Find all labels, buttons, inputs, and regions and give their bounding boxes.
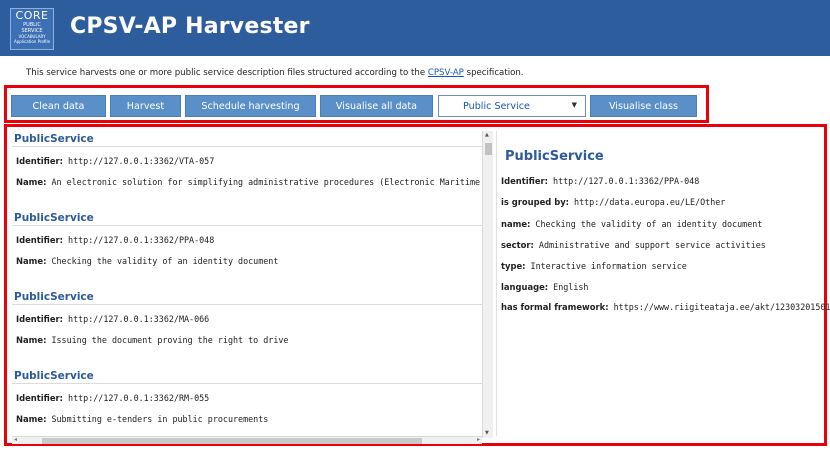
identifier-label: Identifier:: [16, 235, 63, 245]
clean-data-button[interactable]: Clean data: [11, 95, 106, 117]
detail-field-label: sector:: [501, 240, 534, 250]
intro-text-before: This service harvests one or more public…: [26, 68, 428, 78]
visualise-class-button[interactable]: Visualise class: [590, 95, 697, 117]
detail-field-language: language: English: [501, 282, 588, 292]
name-value: Checking the validity of an identity doc…: [46, 256, 279, 266]
detail-field-sector: sector: Administrative and support servi…: [501, 240, 766, 250]
chevron-down-icon: ▼: [571, 101, 577, 109]
identifier-value: http://127.0.0.1:3362/RM-055: [63, 393, 210, 403]
logo-line1: CORE: [15, 9, 49, 22]
list-item-type: PublicService: [12, 131, 482, 147]
scroll-left-icon[interactable]: ◂: [14, 436, 17, 443]
detail-panel: PublicService Identifier: http://127.0.0…: [496, 131, 830, 436]
harvest-button[interactable]: Harvest: [110, 95, 181, 117]
list-item-identifier: Identifier: http://127.0.0.1:3362/RM-055: [12, 393, 482, 403]
list-item-name: Name: Issuing the document proving the r…: [12, 335, 482, 345]
app-header: CORE PUBLIC SERVICE VOCABULARY Applicati…: [0, 0, 830, 56]
detail-field-label: language:: [501, 282, 549, 292]
list-item-name: Name: An electronic solution for simplif…: [12, 177, 482, 187]
detail-field-type: type: Interactive information service: [501, 261, 687, 271]
scroll-right-icon[interactable]: ▸: [477, 436, 480, 443]
intro-text: This service harvests one or more public…: [26, 68, 524, 78]
detail-field-label: Identifier:: [501, 176, 548, 186]
name-value: Issuing the document proving the right t…: [46, 335, 289, 345]
list-item-name: Name: Checking the validity of an identi…: [12, 256, 482, 266]
detail-field-formal-framework: has formal framework: https://www.riigit…: [501, 302, 830, 312]
list-item-identifier: Identifier: http://127.0.0.1:3362/MA-066: [12, 314, 482, 324]
identifier-label: Identifier:: [16, 156, 63, 166]
cpsv-ap-link[interactable]: CPSV-AP: [428, 68, 464, 78]
detail-field-identifier: Identifier: http://127.0.0.1:3362/PPA-04…: [501, 176, 699, 186]
identifier-value: http://127.0.0.1:3362/MA-066: [63, 314, 210, 324]
horizontal-scrollbar-thumb[interactable]: [42, 438, 422, 444]
list-item[interactable]: PublicService Identifier: http://127.0.0…: [12, 368, 482, 424]
class-select-value: Public Service: [463, 100, 530, 112]
logo-line5: Application Profile: [13, 39, 51, 44]
detail-field-value: Administrative and support service activ…: [533, 240, 766, 250]
name-label: Name:: [16, 256, 47, 266]
scroll-down-icon[interactable]: ▼: [485, 430, 489, 436]
detail-field-value: Checking the validity of an identity doc…: [530, 219, 763, 229]
list-vertical-scrollbar[interactable]: ▲ ▼: [482, 131, 493, 438]
list-item[interactable]: PublicService Identifier: http://127.0.0…: [12, 210, 482, 266]
identifier-value: http://127.0.0.1:3362/VTA-057: [63, 156, 215, 166]
name-value: Submitting e-tenders in public procureme…: [46, 414, 269, 424]
name-label: Name:: [16, 335, 47, 345]
name-value: An electronic solution for simplifying a…: [51, 177, 482, 187]
service-list[interactable]: PublicService Identifier: http://127.0.0…: [12, 131, 482, 436]
detail-field-label: name:: [501, 219, 531, 229]
list-item-identifier: Identifier: http://127.0.0.1:3362/VTA-05…: [12, 156, 482, 166]
detail-field-value: https://www.riigiteataja.ee/akt/12303201…: [608, 302, 830, 312]
list-item-type: PublicService: [12, 210, 482, 226]
detail-field-label: is grouped by:: [501, 197, 570, 207]
detail-field-value: http://data.europa.eu/LE/Other: [569, 197, 726, 207]
detail-field-label: has formal framework:: [501, 302, 609, 312]
identifier-value: http://127.0.0.1:3362/PPA-048: [63, 235, 215, 245]
schedule-harvesting-button[interactable]: Schedule harvesting: [185, 95, 316, 117]
list-item[interactable]: PublicService Identifier: http://127.0.0…: [12, 289, 482, 345]
name-label: Name:: [16, 177, 47, 187]
name-label: Name:: [16, 414, 47, 424]
scroll-up-icon[interactable]: ▲: [485, 132, 489, 138]
identifier-label: Identifier:: [16, 393, 63, 403]
list-item-type: PublicService: [12, 368, 482, 384]
app-title: CPSV-AP Harvester: [70, 14, 310, 39]
identifier-label: Identifier:: [16, 314, 63, 324]
detail-field-label: type:: [501, 261, 526, 271]
list-item-name: Name: Submitting e-tenders in public pro…: [12, 414, 482, 424]
list-item-type: PublicService: [12, 289, 482, 305]
detail-field-value: http://127.0.0.1:3362/PPA-048: [548, 176, 700, 186]
cpsv-logo: CORE PUBLIC SERVICE VOCABULARY Applicati…: [10, 8, 54, 50]
list-item[interactable]: PublicService Identifier: http://127.0.0…: [12, 131, 482, 187]
scrollbar-thumb[interactable]: [485, 143, 492, 155]
intro-text-after: specification.: [463, 68, 524, 78]
detail-field-grouped-by: is grouped by: http://data.europa.eu/LE/…: [501, 197, 725, 207]
list-item-identifier: Identifier: http://127.0.0.1:3362/PPA-04…: [12, 235, 482, 245]
visualise-all-data-button[interactable]: Visualise all data: [320, 95, 433, 117]
detail-title: PublicService: [505, 149, 604, 164]
detail-field-value: Interactive information service: [525, 261, 687, 271]
detail-field-value: English: [548, 282, 589, 292]
detail-field-name: name: Checking the validity of an identi…: [501, 219, 762, 229]
list-horizontal-scrollbar[interactable]: ◂ ▸: [12, 436, 482, 444]
class-select[interactable]: Public Service ▼: [438, 95, 586, 117]
